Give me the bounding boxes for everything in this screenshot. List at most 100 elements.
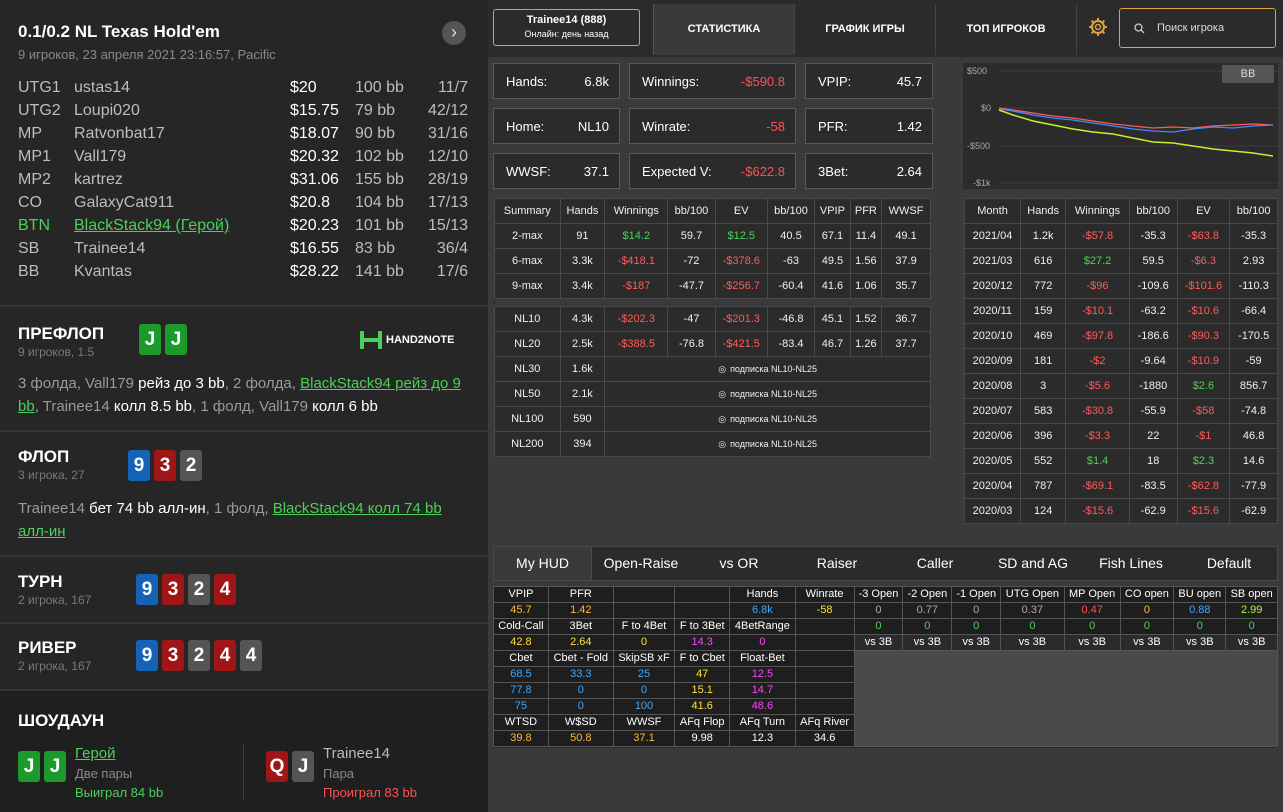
hud-cell[interactable]: Hands: [729, 586, 796, 603]
hud-cell[interactable]: F to 4Bet: [612, 618, 676, 635]
search-input[interactable]: Поиск игрока: [1157, 22, 1224, 34]
hud-cell[interactable]: 48.6: [729, 698, 796, 715]
hud-cell[interactable]: 3Bet: [547, 618, 614, 635]
column-header[interactable]: bb/100: [766, 198, 816, 224]
hud-cell[interactable]: 0: [1173, 618, 1227, 635]
opp-name[interactable]: Trainee14: [323, 745, 390, 762]
hud-cell[interactable]: 77.8: [493, 682, 549, 699]
hud-cell[interactable]: AFq Turn: [729, 714, 796, 731]
hud-cell[interactable]: UTG Open: [1000, 586, 1065, 603]
hud-tab[interactable]: SD and AG: [984, 547, 1082, 580]
hud-cell[interactable]: 14.7: [729, 682, 796, 699]
hud-cell[interactable]: 0: [1063, 618, 1121, 635]
hud-cell[interactable]: 14.3: [674, 634, 731, 651]
hud-cell[interactable]: 0: [547, 698, 614, 715]
column-header[interactable]: bb/100: [1128, 198, 1178, 224]
hud-cell[interactable]: 15.1: [674, 682, 731, 699]
hud-cell[interactable]: 2.99: [1225, 602, 1278, 619]
player-name[interactable]: Trainee14: [74, 240, 145, 258]
hud-cell[interactable]: 1.42: [547, 602, 614, 619]
column-header[interactable]: WWSF: [881, 198, 931, 224]
hud-cell[interactable]: -2 Open: [902, 586, 953, 603]
hud-cell[interactable]: Winrate: [794, 586, 855, 603]
tab-top-players[interactable]: ТОП ИГРОКОВ: [936, 4, 1077, 55]
hud-cell[interactable]: vs 3B: [1063, 634, 1121, 651]
hud-cell[interactable]: vs 3B: [951, 634, 1002, 651]
hud-cell[interactable]: 12.3: [729, 730, 796, 747]
hud-cell[interactable]: [612, 602, 676, 619]
hud-cell[interactable]: 0: [853, 618, 904, 635]
hud-cell[interactable]: F to Cbet: [674, 650, 731, 667]
hud-cell[interactable]: 0: [853, 602, 904, 619]
hud-cell[interactable]: 39.8: [493, 730, 549, 747]
player-row[interactable]: BB Kvantas $28.22 141 bb 17/6: [18, 263, 468, 286]
hud-cell[interactable]: [853, 650, 1279, 747]
hud-cell[interactable]: WTSD: [493, 714, 549, 731]
player-row[interactable]: MP2 kartrez $31.06 155 bb 28/19: [18, 171, 468, 194]
hud-cell[interactable]: Cold-Call: [493, 618, 549, 635]
column-header[interactable]: Month: [963, 198, 1022, 224]
column-header[interactable]: bb/100: [667, 198, 716, 224]
hud-cell[interactable]: AFq River: [794, 714, 855, 731]
tab-statistics[interactable]: СТАТИСТИКА: [653, 4, 795, 55]
tab-graph[interactable]: ГРАФИК ИГРЫ: [795, 4, 936, 55]
player-name[interactable]: kartrez: [74, 171, 123, 189]
column-header[interactable]: EV: [1176, 198, 1231, 224]
hud-cell[interactable]: 34.6: [794, 730, 855, 747]
hud-cell[interactable]: 12.5: [729, 666, 796, 683]
player-name[interactable]: Ratvonbat17: [74, 125, 165, 143]
hud-cell[interactable]: F to 3Bet: [674, 618, 731, 635]
hud-cell[interactable]: CO open: [1119, 586, 1175, 603]
hud-cell[interactable]: 9.98: [674, 730, 731, 747]
hud-tab[interactable]: Default: [1180, 547, 1278, 580]
hud-cell[interactable]: 42.8: [493, 634, 549, 651]
hud-cell[interactable]: vs 3B: [1119, 634, 1175, 651]
hud-cell[interactable]: SkipSB xF: [612, 650, 676, 667]
column-header[interactable]: Summary: [494, 198, 561, 224]
hud-cell[interactable]: [794, 650, 855, 667]
hud-cell[interactable]: W$SD: [547, 714, 614, 731]
hud-cell[interactable]: vs 3B: [902, 634, 953, 651]
player-name[interactable]: Vall179: [74, 148, 126, 166]
hud-cell[interactable]: 0: [1119, 618, 1175, 635]
hud-cell[interactable]: 33.3: [547, 666, 614, 683]
gear-icon[interactable]: [1088, 17, 1108, 42]
hud-cell[interactable]: 0: [612, 682, 676, 699]
hud-cell[interactable]: 0: [1119, 602, 1175, 619]
player-row[interactable]: BTN BlackStack94 (Герой) $20.23 101 bb 15/13: [18, 217, 468, 240]
hud-cell[interactable]: [794, 682, 855, 699]
hud-cell[interactable]: 0: [547, 682, 614, 699]
subscription-lock[interactable]: ◎ подписка NL10-NL25: [604, 431, 931, 457]
player-badge[interactable]: Trainee14 (888) Онлайн: день назад: [493, 9, 640, 46]
bb-toggle[interactable]: BB: [1222, 65, 1274, 83]
player-row[interactable]: UTG1 ustas14 $20 100 bb 11/7: [18, 79, 468, 102]
player-name[interactable]: BlackStack94 (Герой): [74, 217, 229, 235]
hud-cell[interactable]: -1 Open: [951, 586, 1002, 603]
hud-cell[interactable]: 75: [493, 698, 549, 715]
subscription-lock[interactable]: ◎ подписка NL10-NL25: [604, 356, 931, 382]
player-name[interactable]: Loupi020: [74, 102, 140, 120]
hud-cell[interactable]: vs 3B: [1225, 634, 1278, 651]
hud-cell[interactable]: vs 3B: [1173, 634, 1227, 651]
subscription-lock[interactable]: ◎ подписка NL10-NL25: [604, 381, 931, 407]
hud-cell[interactable]: VPIP: [493, 586, 549, 603]
hud-tab[interactable]: Caller: [886, 547, 984, 580]
hud-cell[interactable]: [674, 602, 731, 619]
hud-cell[interactable]: 0: [951, 602, 1002, 619]
hud-cell[interactable]: 0.88: [1173, 602, 1227, 619]
hud-cell[interactable]: -58: [794, 602, 855, 619]
hud-cell[interactable]: 50.8: [547, 730, 614, 747]
hud-cell[interactable]: [612, 586, 676, 603]
column-header[interactable]: Hands: [1020, 198, 1067, 224]
hud-cell[interactable]: SB open: [1225, 586, 1278, 603]
hud-cell[interactable]: [674, 586, 731, 603]
hud-cell[interactable]: -3 Open: [853, 586, 904, 603]
hud-cell[interactable]: 0: [729, 634, 796, 651]
hud-cell[interactable]: 68.5: [493, 666, 549, 683]
hud-cell[interactable]: 2.64: [547, 634, 614, 651]
next-hand-icon[interactable]: ›: [442, 21, 466, 45]
hud-cell[interactable]: 0: [902, 618, 953, 635]
hud-cell[interactable]: [794, 618, 855, 635]
hud-tab[interactable]: Open-Raise: [592, 547, 690, 580]
hud-cell[interactable]: [794, 698, 855, 715]
